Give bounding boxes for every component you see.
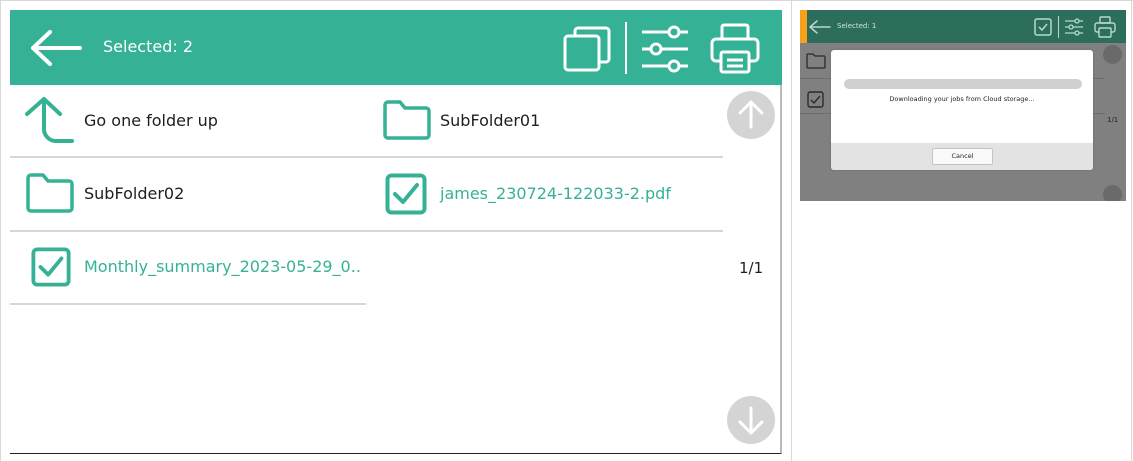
mini-header-separator — [1058, 16, 1059, 38]
mini-scroll-down-button[interactable] — [1103, 185, 1122, 201]
folder-icon — [26, 173, 74, 213]
page-indicator: 1/1 — [739, 259, 764, 277]
download-message: Downloading your jobs from Cloud storage… — [889, 95, 1035, 103]
file-monthly-label: Monthly_summary_2023-05-29_0.. — [84, 257, 361, 276]
select-all-button[interactable] — [561, 22, 615, 76]
mini-side-tab — [800, 10, 807, 43]
arrow-down-icon — [738, 406, 764, 435]
download-progress-bar — [844, 79, 1082, 89]
screenshot-page: Selected: 2 Go one folder up SubFolder01… — [0, 0, 1133, 461]
checkbox-checked-icon — [385, 173, 427, 215]
file-browser-panel: Selected: 2 Go one folder up SubFolder01… — [10, 10, 782, 454]
settings-button[interactable] — [638, 22, 692, 76]
settings-sliders-icon — [642, 25, 688, 73]
download-progress-dialog: Downloading your jobs from Cloud storage… — [831, 50, 1093, 170]
frame-left-line — [0, 0, 1, 461]
mini-selected-count: Selected: 1 — [837, 22, 877, 30]
file-james-label: james_230724-122033-2.pdf — [440, 184, 671, 203]
subfolder02-label: SubFolder02 — [84, 184, 185, 203]
mini-scroll-up-button[interactable] — [1103, 45, 1122, 64]
go-one-folder-up[interactable]: Go one folder up — [10, 85, 366, 157]
select-all-icon — [563, 26, 611, 72]
print-icon — [1094, 16, 1116, 38]
folder-icon — [806, 53, 826, 69]
file-james-pdf[interactable]: james_230724-122033-2.pdf — [366, 158, 722, 230]
frame-top-line — [0, 0, 1133, 1]
header-bar: Selected: 2 — [10, 10, 782, 85]
row-divider — [10, 303, 366, 305]
mini-page-indicator: 1/1 — [1107, 116, 1119, 124]
folder-subfolder02[interactable]: SubFolder02 — [10, 158, 366, 230]
scroll-up-button[interactable] — [727, 91, 775, 139]
print-icon — [710, 23, 760, 74]
go-up-label: Go one folder up — [84, 111, 218, 130]
print-button[interactable] — [708, 22, 762, 76]
select-all-icon — [1034, 18, 1052, 36]
header-separator — [625, 22, 627, 74]
folder-icon — [383, 100, 431, 140]
mini-header-bar: Selected: 1 — [800, 10, 1126, 43]
selected-count: Selected: 2 — [103, 37, 194, 56]
arrow-up-icon — [738, 100, 764, 129]
file-monthly-summary[interactable]: Monthly_summary_2023-05-29_0.. — [10, 232, 366, 304]
checkbox-checked-icon — [807, 91, 824, 108]
folder-up-arrow-icon — [25, 97, 74, 143]
cancel-button[interactable]: Cancel — [932, 148, 993, 165]
frame-right-line — [1131, 0, 1132, 461]
back-arrow-icon — [31, 30, 82, 66]
downloading-preview-panel: Selected: 1 1/1 Downloading your jobs fr… — [800, 10, 1126, 201]
scroll-down-button[interactable] — [727, 396, 775, 444]
back-arrow-icon — [809, 20, 831, 34]
folder-subfolder01[interactable]: SubFolder01 — [366, 85, 722, 157]
subfolder01-label: SubFolder01 — [440, 111, 541, 130]
settings-sliders-icon — [1065, 18, 1083, 36]
back-button[interactable] — [28, 28, 84, 68]
frame-mid-line — [791, 0, 792, 461]
checkbox-checked-icon — [31, 247, 71, 287]
